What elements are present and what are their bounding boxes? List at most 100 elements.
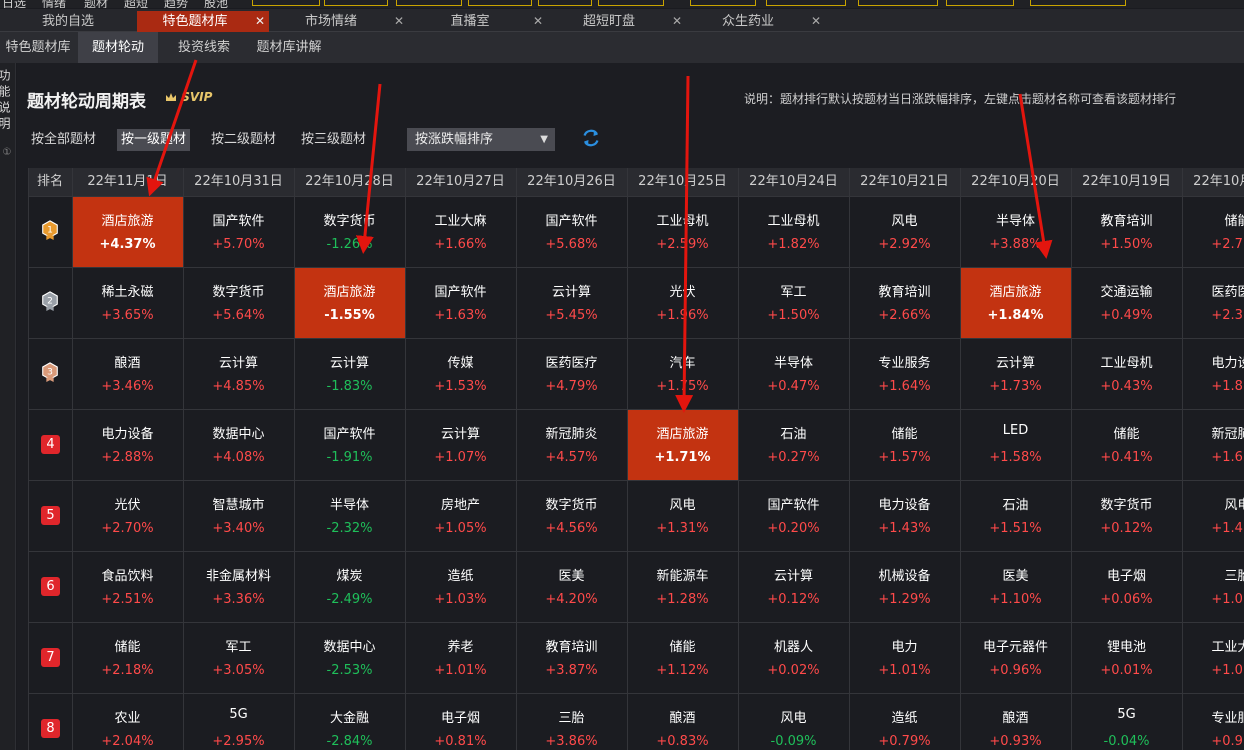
theme-name[interactable]: 医美 — [516, 565, 627, 584]
theme-cell[interactable]: 电力设备 +1.43% — [849, 480, 960, 551]
theme-name[interactable]: 电子元器件 — [960, 636, 1071, 655]
theme-name[interactable]: 风电 — [627, 494, 738, 513]
refresh-icon[interactable] — [580, 127, 602, 149]
theme-cell[interactable]: LED +1.58% — [960, 409, 1071, 480]
theme-name[interactable]: 国产软件 — [516, 210, 627, 229]
subnav-investment-clues[interactable]: 投资线索 — [164, 32, 244, 63]
menu-item[interactable]: 情绪 — [42, 0, 66, 8]
theme-name[interactable]: 酿酒 — [72, 352, 183, 371]
theme-cell[interactable]: 酒店旅游 -1.55% — [294, 267, 405, 338]
theme-name[interactable]: 酒店旅游 — [960, 281, 1071, 300]
theme-name[interactable]: 云计算 — [183, 352, 294, 371]
date-header[interactable]: 22年10月26日 — [516, 168, 627, 196]
theme-cell[interactable]: 军工 +1.50% — [738, 267, 849, 338]
theme-cell[interactable]: 云计算 +4.85% — [183, 338, 294, 409]
theme-cell[interactable]: 工业母机 +1.82% — [738, 196, 849, 267]
theme-name[interactable]: 酒店旅游 — [627, 423, 738, 442]
theme-cell[interactable]: 数字货币 +5.64% — [183, 267, 294, 338]
theme-name[interactable]: 新冠肺炎 — [516, 423, 627, 442]
date-header[interactable]: 22年10月27日 — [405, 168, 516, 196]
theme-cell[interactable]: 半导体 +3.88% — [960, 196, 1071, 267]
theme-name[interactable]: 传媒 — [405, 352, 516, 371]
theme-name[interactable]: 酿酒 — [627, 707, 738, 726]
theme-name[interactable]: 数字货币 — [1071, 494, 1182, 513]
theme-cell[interactable]: 光伏 +2.70% — [72, 480, 183, 551]
theme-cell[interactable]: 教育培训 +3.87% — [516, 622, 627, 693]
theme-cell[interactable]: 专业服务 +0.93% — [1182, 693, 1244, 750]
theme-name[interactable]: 养老 — [405, 636, 516, 655]
tab-my-watchlist[interactable]: 我的自选 — [0, 11, 136, 32]
theme-cell[interactable]: 机械设备 +1.29% — [849, 551, 960, 622]
theme-name[interactable]: 光伏 — [627, 281, 738, 300]
toolbar-button[interactable] — [252, 0, 320, 6]
theme-cell[interactable]: 稀土永磁 +3.65% — [72, 267, 183, 338]
theme-name[interactable]: 国产软件 — [183, 210, 294, 229]
theme-cell[interactable]: 电力设备 +1.87% — [1182, 338, 1244, 409]
theme-name[interactable]: 酒店旅游 — [72, 210, 183, 229]
theme-name[interactable]: 电子烟 — [405, 707, 516, 726]
theme-cell[interactable]: 智慧城市 +3.40% — [183, 480, 294, 551]
theme-cell[interactable]: 储能 +1.57% — [849, 409, 960, 480]
menu-item[interactable]: 超短 — [124, 0, 148, 8]
theme-cell[interactable]: 酒店旅游 +1.71% — [627, 409, 738, 480]
theme-cell[interactable]: 电子烟 +0.06% — [1071, 551, 1182, 622]
filter-all-themes[interactable]: 按全部题材 — [27, 129, 100, 151]
theme-cell[interactable]: 储能 +2.77% — [1182, 196, 1244, 267]
theme-name[interactable]: 交通运输 — [1071, 281, 1182, 300]
menu-item[interactable]: 题材 — [84, 0, 108, 8]
toolbar-button[interactable] — [946, 0, 1014, 6]
date-header[interactable]: 22年10月28日 — [294, 168, 405, 196]
theme-name[interactable]: 云计算 — [738, 565, 849, 584]
theme-cell[interactable]: 数据中心 -2.53% — [294, 622, 405, 693]
theme-name[interactable]: 农业 — [72, 707, 183, 726]
theme-name[interactable]: 电力 — [849, 636, 960, 655]
theme-name[interactable]: 云计算 — [516, 281, 627, 300]
date-header[interactable]: 22年10月25日 — [627, 168, 738, 196]
theme-name[interactable]: 非金属材料 — [183, 565, 294, 584]
theme-cell[interactable]: 工业母机 +2.59% — [627, 196, 738, 267]
theme-cell[interactable]: 机器人 +0.02% — [738, 622, 849, 693]
theme-cell[interactable]: 造纸 +1.03% — [405, 551, 516, 622]
theme-name[interactable]: 风电 — [1182, 494, 1244, 513]
theme-name[interactable]: 专业服务 — [849, 352, 960, 371]
theme-cell[interactable]: 储能 +1.12% — [627, 622, 738, 693]
theme-name[interactable]: LED — [960, 423, 1071, 438]
theme-name[interactable]: 云计算 — [960, 352, 1071, 371]
theme-name[interactable]: 云计算 — [405, 423, 516, 442]
theme-cell[interactable]: 煤炭 -2.49% — [294, 551, 405, 622]
theme-cell[interactable]: 非金属材料 +3.36% — [183, 551, 294, 622]
theme-name[interactable]: 电力设备 — [1182, 352, 1244, 371]
theme-name[interactable]: 工业母机 — [1071, 352, 1182, 371]
theme-name[interactable]: 储能 — [1182, 210, 1244, 229]
theme-name[interactable]: 国产软件 — [294, 423, 405, 442]
theme-cell[interactable]: 军工 +3.05% — [183, 622, 294, 693]
theme-name[interactable]: 教育培训 — [849, 281, 960, 300]
theme-cell[interactable]: 光伏 +1.96% — [627, 267, 738, 338]
theme-name[interactable]: 房地产 — [405, 494, 516, 513]
theme-name[interactable]: 数字货币 — [516, 494, 627, 513]
theme-name[interactable]: 三胎 — [1182, 565, 1244, 584]
theme-cell[interactable]: 房地产 +1.05% — [405, 480, 516, 551]
theme-name[interactable]: 稀土永磁 — [72, 281, 183, 300]
theme-name[interactable]: 数字货币 — [294, 210, 405, 229]
theme-name[interactable]: 军工 — [183, 636, 294, 655]
theme-cell[interactable]: 储能 +0.41% — [1071, 409, 1182, 480]
theme-cell[interactable]: 工业大麻 +1.66% — [405, 196, 516, 267]
theme-name[interactable]: 储能 — [1071, 423, 1182, 442]
theme-cell[interactable]: 酒店旅游 +1.84% — [960, 267, 1071, 338]
theme-name[interactable]: 机械设备 — [849, 565, 960, 584]
menu-item[interactable]: 股池 — [204, 0, 228, 8]
theme-name[interactable]: 云计算 — [294, 352, 405, 371]
theme-cell[interactable]: 酿酒 +0.93% — [960, 693, 1071, 750]
theme-name[interactable]: 大金融 — [294, 707, 405, 726]
theme-name[interactable]: 酒店旅游 — [294, 281, 405, 300]
theme-name[interactable]: 石油 — [738, 423, 849, 442]
theme-name[interactable]: 光伏 — [72, 494, 183, 513]
tab-theme-library[interactable]: 特色题材库 ✕ — [137, 11, 269, 32]
theme-name[interactable]: 电力设备 — [849, 494, 960, 513]
theme-cell[interactable]: 电力设备 +2.88% — [72, 409, 183, 480]
theme-name[interactable]: 储能 — [627, 636, 738, 655]
theme-name[interactable]: 国产软件 — [738, 494, 849, 513]
theme-name[interactable]: 医药医疗 — [516, 352, 627, 371]
theme-cell[interactable]: 新能源车 +1.28% — [627, 551, 738, 622]
